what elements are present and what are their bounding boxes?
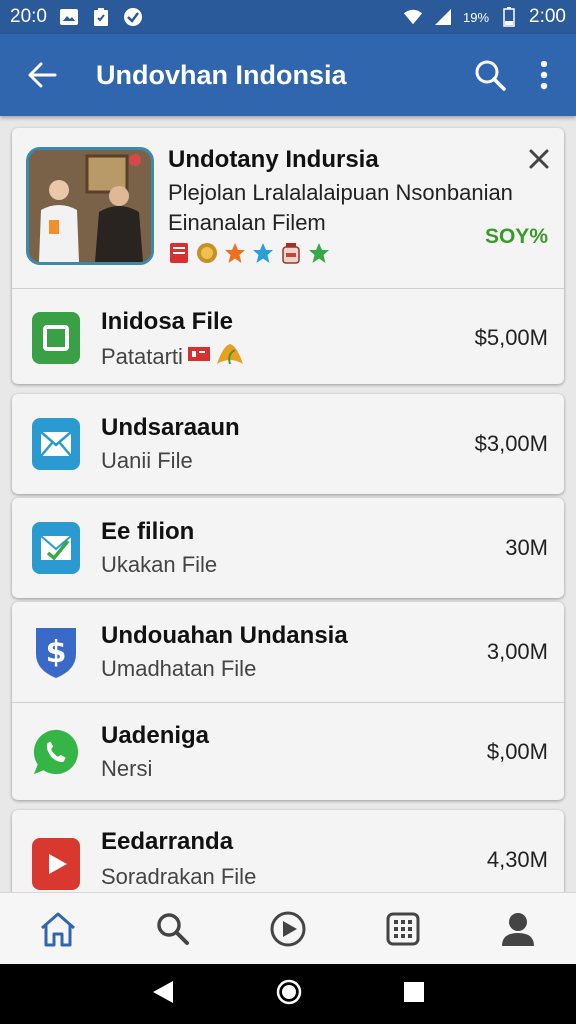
item-subtitle: Uanii File: [101, 448, 193, 473]
list-item[interactable]: Ee filion Ukakan File 30M: [12, 498, 564, 598]
orange-star-icon: [224, 242, 246, 264]
status-time-right: 2:00: [529, 6, 566, 27]
bottom-navigation: [0, 892, 576, 964]
item-size: 3,00M: [486, 639, 548, 664]
signal-icon: [433, 8, 453, 26]
gallery-notification-icon: [59, 8, 79, 26]
dollar-shield-icon: $: [32, 626, 80, 678]
featured-title: Undotany Indursia: [168, 146, 379, 173]
item-name: Undouahan Undansia: [101, 622, 348, 649]
nav-apps-grid-icon[interactable]: [375, 901, 431, 957]
system-navigation-bar: [0, 964, 576, 1024]
item-name: Undsaraaun: [101, 414, 240, 441]
item-name: Uadeniga: [101, 722, 210, 749]
item-subtitle: Umadhatan File: [101, 656, 257, 681]
more-vert-icon[interactable]: [532, 53, 556, 97]
close-icon[interactable]: [524, 144, 554, 174]
nav-home-icon[interactable]: [30, 901, 86, 957]
featured-description: Plejolan Lralalalaipuan Nsonbanian Einan…: [168, 178, 538, 238]
list-group-card: $ Undouahan Undansia Umadhatan File 3,00…: [12, 602, 564, 800]
item-subtitle: Ukakan File: [101, 552, 218, 577]
list-item[interactable]: Undsaraaun Uanii File $3,00M: [12, 394, 564, 494]
list-item[interactable]: Uadeniga Nersi $,00M: [12, 702, 564, 802]
system-recents-icon[interactable]: [403, 981, 425, 1008]
search-icon[interactable]: [468, 53, 512, 97]
gold-coin-icon: [196, 242, 218, 264]
content-list: Undotany Indursia Plejolan Lralalalaipua…: [0, 116, 576, 892]
mail-check-icon: [32, 522, 80, 574]
featured-thumbnail: [26, 147, 154, 265]
whatsapp-icon: [32, 726, 80, 778]
item-subtitle-text: Patatarti: [101, 344, 183, 369]
jar-icon: [280, 242, 302, 264]
fire-tag-icon: [187, 344, 211, 370]
item-subtitle: Nersi: [101, 756, 153, 781]
battery-icon: [499, 7, 519, 27]
featured-badges: [168, 242, 330, 264]
item-size: $,00M: [486, 739, 548, 764]
nav-profile-icon[interactable]: [490, 901, 546, 957]
blue-star-icon: [252, 242, 274, 264]
featured-description-line-1: Plejolan Lralalalaipuan Nsonbanian: [168, 180, 513, 205]
item-size: 30M: [505, 535, 548, 560]
featured-card[interactable]: Undotany Indursia Plejolan Lralalalaipua…: [12, 128, 564, 384]
battery-percent: 19%: [462, 9, 490, 25]
system-back-icon[interactable]: [151, 979, 175, 1010]
item-size: $3,00M: [474, 431, 548, 456]
green-star-icon: [308, 242, 330, 264]
green-square-icon: [32, 312, 80, 364]
red-book-icon: [168, 242, 190, 264]
system-home-icon[interactable]: [276, 979, 302, 1010]
item-name: Inidosa File: [101, 308, 234, 335]
back-arrow-icon[interactable]: [20, 53, 64, 97]
leaf-icon: [215, 342, 245, 372]
featured-description-line-2: Einanalan Filem: [168, 210, 326, 235]
list-item[interactable]: Eedarranda Soradrakan File 4,30M: [12, 810, 564, 892]
item-size: $5,00M: [474, 325, 548, 350]
status-time-left: 20:0: [10, 6, 47, 27]
item-name: Ee filion: [101, 518, 195, 545]
wifi-icon: [403, 8, 423, 26]
mail-icon: [32, 418, 80, 470]
item-name: Eedarranda: [101, 828, 234, 855]
nav-search-icon[interactable]: [145, 901, 201, 957]
list-item[interactable]: $ Undouahan Undansia Umadhatan File 3,00…: [12, 602, 564, 702]
page-title: Undovhan Indonsia: [96, 59, 347, 90]
svg-text:$: $: [46, 635, 67, 670]
check-circle-notification-icon: [123, 8, 143, 26]
item-subtitle: Patatarti: [101, 342, 245, 372]
list-item[interactable]: Inidosa File Patatarti $5,00M: [12, 288, 564, 388]
nav-play-icon[interactable]: [260, 901, 316, 957]
featured-percent: SOY%: [484, 225, 548, 248]
item-size: 4,30M: [486, 847, 548, 872]
clipboard-notification-icon: [91, 8, 111, 26]
app-bar: Undovhan Indonsia: [0, 34, 576, 116]
item-subtitle: Soradrakan File: [101, 864, 257, 889]
youtube-icon: [32, 838, 80, 890]
status-bar: 20:0 19% 2:00: [0, 0, 576, 34]
